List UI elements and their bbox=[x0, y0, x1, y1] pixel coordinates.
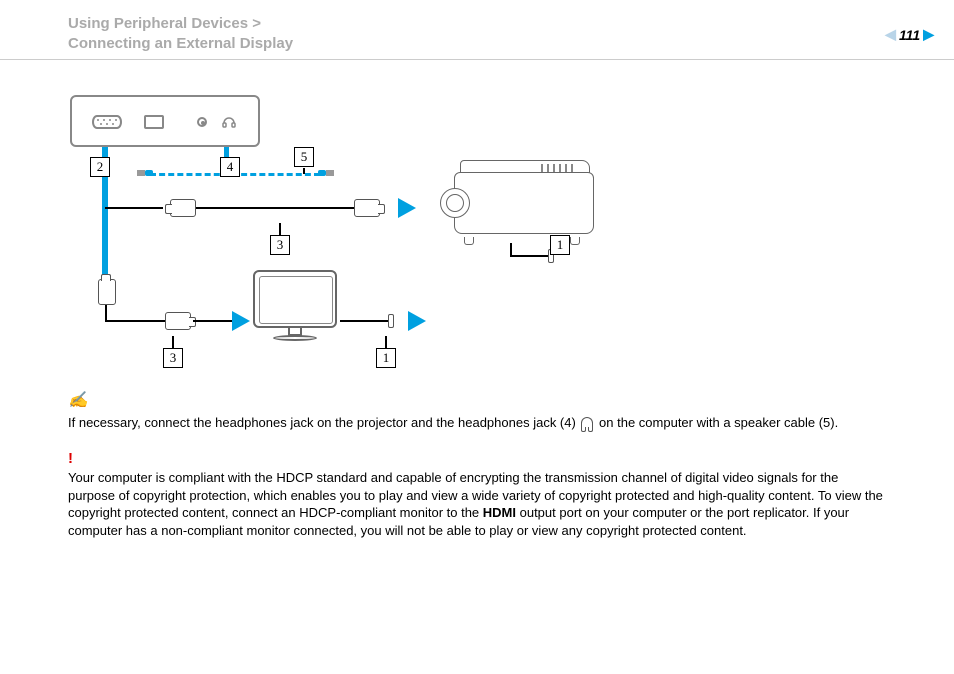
external-monitor-icon bbox=[250, 270, 340, 340]
callout-3-upper: 3 bbox=[270, 235, 290, 255]
prev-page-arrow-icon[interactable]: ◀ bbox=[885, 26, 896, 43]
audio-port-icon bbox=[197, 117, 207, 127]
vga-port-icon bbox=[92, 115, 122, 129]
callout-3a-tick bbox=[279, 223, 281, 235]
callout-3b-tick bbox=[172, 336, 174, 348]
body-text: ✍ If necessary, connect the headphones j… bbox=[68, 390, 888, 540]
vga-connector-upper-left-icon bbox=[170, 199, 196, 217]
page-navigation: ◀ 111 ▶ bbox=[885, 26, 934, 43]
breadcrumb-line-2: Connecting an External Display bbox=[68, 34, 954, 54]
cable-proj-out-v bbox=[510, 243, 512, 255]
audio-plug-tip-left-icon bbox=[137, 170, 145, 176]
callout-1b-tick bbox=[385, 336, 387, 348]
cable-black-upper-join bbox=[105, 207, 163, 209]
arrow-monitor-power-icon bbox=[408, 311, 426, 331]
audio-jack-left-icon bbox=[145, 170, 153, 176]
callout-1-lower: 1 bbox=[376, 348, 396, 368]
headphone-inline-icon bbox=[581, 417, 593, 429]
cable-black-upper bbox=[196, 207, 356, 209]
caution-icon: ! bbox=[68, 449, 888, 469]
note-icon: ✍ bbox=[68, 390, 888, 412]
audio-plug-tip-right-icon bbox=[326, 170, 334, 176]
next-page-arrow-icon[interactable]: ▶ bbox=[923, 26, 934, 43]
cable-black-lower-v bbox=[105, 305, 107, 320]
arrow-to-projector-icon bbox=[398, 198, 416, 218]
projector-icon bbox=[440, 160, 600, 255]
callout-5: 5 bbox=[294, 147, 314, 167]
callout-4: 4 bbox=[220, 157, 240, 177]
callout-3-lower: 3 bbox=[163, 348, 183, 368]
note-text-before: If necessary, connect the headphones jac… bbox=[68, 415, 579, 430]
arrow-to-monitor-icon bbox=[232, 311, 250, 331]
cable-proj-out-h bbox=[510, 255, 550, 257]
headphone-port-icon bbox=[222, 115, 236, 129]
power-plug-icon bbox=[388, 314, 394, 328]
computer-port-panel bbox=[70, 95, 260, 147]
breadcrumb-line-1: Using Peripheral Devices > bbox=[68, 14, 954, 34]
callout-1-upper: 1 bbox=[550, 235, 570, 255]
connection-diagram: 2 4 5 3 1 3 1 bbox=[70, 95, 630, 375]
hdmi-port-icon bbox=[144, 115, 164, 129]
note-text-after: on the computer with a speaker cable (5)… bbox=[595, 415, 838, 430]
caution-block: ! Your computer is compliant with the HD… bbox=[68, 449, 888, 539]
audio-jack-right-icon bbox=[318, 170, 326, 176]
callout-5-tick bbox=[303, 168, 305, 174]
page-header: Using Peripheral Devices > Connecting an… bbox=[0, 0, 954, 60]
note-paragraph: If necessary, connect the headphones jac… bbox=[68, 414, 888, 432]
cable-black-lower-h2 bbox=[193, 320, 235, 322]
caution-bold: HDMI bbox=[483, 505, 516, 520]
cable-monitor-out bbox=[340, 320, 390, 322]
callout-2: 2 bbox=[90, 157, 110, 177]
vga-connector-icon bbox=[98, 279, 116, 305]
page-number: 111 bbox=[899, 27, 920, 43]
vga-connector-lower-icon bbox=[165, 312, 191, 330]
vga-connector-upper-right-icon bbox=[354, 199, 380, 217]
caution-paragraph: Your computer is compliant with the HDCP… bbox=[68, 469, 888, 539]
cable-black-lower-h1 bbox=[105, 320, 165, 322]
